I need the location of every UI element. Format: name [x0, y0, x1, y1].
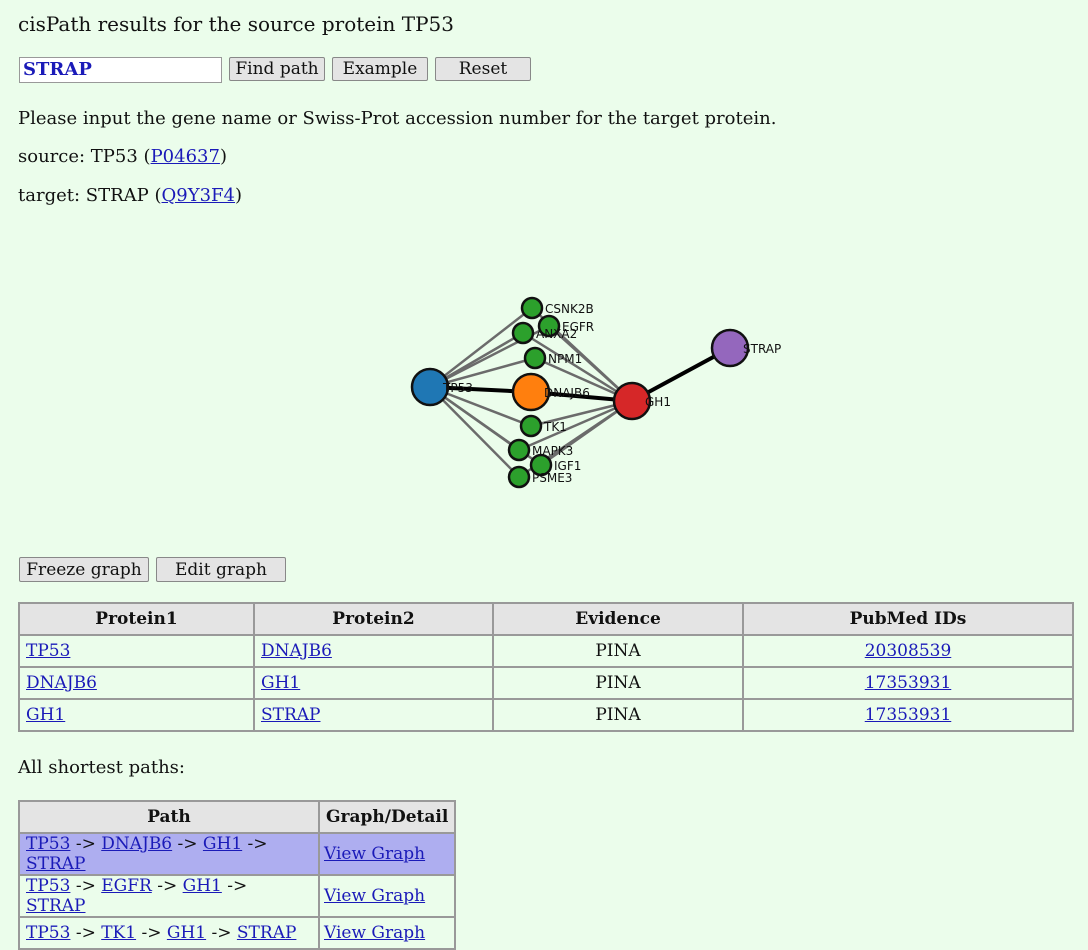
col-header-protein2: Protein2 — [253, 602, 494, 636]
pubmed-link[interactable]: 20308539 — [865, 641, 952, 661]
edge — [429, 307, 533, 388]
table-row: GH1 STRAP PINA 17353931 — [18, 698, 1074, 732]
target-accession-link[interactable]: Q9Y3F4 — [162, 185, 236, 206]
find-path-button[interactable]: Find path — [229, 57, 325, 81]
path-protein-link[interactable]: GH1 — [183, 876, 222, 896]
path-arrow: -> — [136, 923, 167, 943]
node-npm1[interactable] — [523, 346, 547, 370]
protein1-link[interactable]: GH1 — [26, 705, 65, 725]
protein2-link[interactable]: STRAP — [261, 705, 321, 725]
table-header-row: Protein1 Protein2 Evidence PubMed IDs — [18, 602, 1074, 636]
table-row: DNAJB6 GH1 PINA 17353931 — [18, 666, 1074, 700]
path-cell: TP53 -> DNAJB6 -> GH1 -> STRAP — [18, 832, 320, 876]
target-line: target: STRAP (Q9Y3F4) — [18, 185, 242, 206]
protein1-link[interactable]: TP53 — [26, 641, 70, 661]
path-protein-link[interactable]: TP53 — [26, 923, 70, 943]
node-mapk3[interactable] — [507, 438, 531, 462]
col-header-graph-detail: Graph/Detail — [317, 800, 457, 834]
path-protein-link[interactable]: TP53 — [26, 834, 70, 854]
path-row[interactable]: TP53 -> TK1 -> GH1 -> STRAP View Graph — [18, 916, 457, 950]
view-graph-link[interactable]: View Graph — [324, 844, 425, 864]
table-row: TP53 DNAJB6 PINA 20308539 — [18, 634, 1074, 668]
label-mapk3: MAPK3 — [532, 444, 573, 458]
reset-button[interactable]: Reset — [435, 57, 531, 81]
path-arrow: -> — [172, 834, 203, 854]
network-graph[interactable]: CSNK2B EGFR ANXA2 NPM1 TK1 MAPK3 IGF1 PS… — [0, 230, 1088, 540]
path-protein-link[interactable]: STRAP — [26, 854, 86, 874]
source-accession-link[interactable]: P04637 — [151, 146, 220, 167]
node-psme3[interactable] — [507, 465, 531, 489]
protein2-link[interactable]: DNAJB6 — [261, 641, 332, 661]
evidence-cell: PINA — [492, 666, 744, 700]
path-cell: TP53 -> TK1 -> GH1 -> STRAP — [18, 916, 320, 950]
interactions-table: Protein1 Protein2 Evidence PubMed IDs TP… — [18, 602, 1074, 732]
path-row-selected[interactable]: TP53 -> DNAJB6 -> GH1 -> STRAP View Grap… — [18, 832, 457, 876]
label-anxa2: ANXA2 — [536, 327, 577, 341]
col-header-pubmed: PubMed IDs — [742, 602, 1074, 636]
instruction-text: Please input the gene name or Swiss-Prot… — [18, 108, 777, 129]
node-csnk2b[interactable] — [520, 296, 544, 320]
label-tk1: TK1 — [543, 420, 567, 434]
label-tp53: TP53 — [442, 381, 473, 395]
path-protein-link[interactable]: GH1 — [203, 834, 242, 854]
label-dnajb6: DNAJB6 — [544, 386, 590, 400]
evidence-cell: PINA — [492, 634, 744, 668]
page-title: cisPath results for the source protein T… — [18, 12, 454, 36]
path-arrow: -> — [242, 834, 268, 854]
col-header-protein1: Protein1 — [18, 602, 255, 636]
source-suffix: ) — [219, 146, 227, 167]
source-prefix: source: TP53 ( — [18, 146, 151, 167]
path-arrow: -> — [70, 923, 102, 943]
node-anxa2[interactable] — [511, 321, 535, 345]
path-protein-link[interactable]: DNAJB6 — [101, 834, 172, 854]
path-cell: TP53 -> EGFR -> GH1 -> STRAP — [18, 874, 320, 918]
label-csnk2b: CSNK2B — [545, 302, 594, 316]
target-protein-input[interactable] — [19, 57, 222, 83]
view-graph-link[interactable]: View Graph — [324, 923, 425, 943]
path-protein-link[interactable]: TP53 — [26, 876, 70, 896]
freeze-graph-button[interactable]: Freeze graph — [19, 557, 149, 582]
target-suffix: ) — [235, 185, 243, 206]
label-psme3: PSME3 — [532, 471, 572, 485]
label-npm1: NPM1 — [548, 352, 582, 366]
col-header-path: Path — [18, 800, 320, 834]
col-header-evidence: Evidence — [492, 602, 744, 636]
protein1-link[interactable]: DNAJB6 — [26, 673, 97, 693]
evidence-cell: PINA — [492, 698, 744, 732]
target-prefix: target: STRAP ( — [18, 185, 162, 206]
view-graph-link[interactable]: View Graph — [324, 886, 425, 906]
path-protein-link[interactable]: GH1 — [167, 923, 206, 943]
path-arrow: -> — [151, 876, 183, 896]
path-protein-link[interactable]: TK1 — [101, 923, 136, 943]
path-arrow: -> — [206, 923, 237, 943]
path-protein-link[interactable]: STRAP — [26, 896, 86, 916]
path-arrow: -> — [70, 834, 102, 854]
edit-graph-button[interactable]: Edit graph — [156, 557, 286, 582]
example-button[interactable]: Example — [332, 57, 428, 81]
pubmed-link[interactable]: 17353931 — [865, 673, 952, 693]
table-header-row: Path Graph/Detail — [18, 800, 457, 834]
label-strap: STRAP — [743, 342, 781, 356]
label-gh1: GH1 — [645, 395, 671, 409]
shortest-paths-heading: All shortest paths: — [18, 757, 185, 778]
path-arrow: -> — [221, 876, 248, 896]
path-row[interactable]: TP53 -> EGFR -> GH1 -> STRAP View Graph — [18, 874, 457, 918]
protein2-link[interactable]: GH1 — [261, 673, 300, 693]
node-tk1[interactable] — [519, 414, 543, 438]
source-line: source: TP53 (P04637) — [18, 146, 227, 167]
path-protein-link[interactable]: STRAP — [237, 923, 297, 943]
shortest-paths-table: Path Graph/Detail TP53 -> DNAJB6 -> GH1 … — [18, 800, 457, 950]
path-arrow: -> — [70, 876, 102, 896]
path-protein-link[interactable]: EGFR — [101, 876, 152, 896]
pubmed-link[interactable]: 17353931 — [865, 705, 952, 725]
